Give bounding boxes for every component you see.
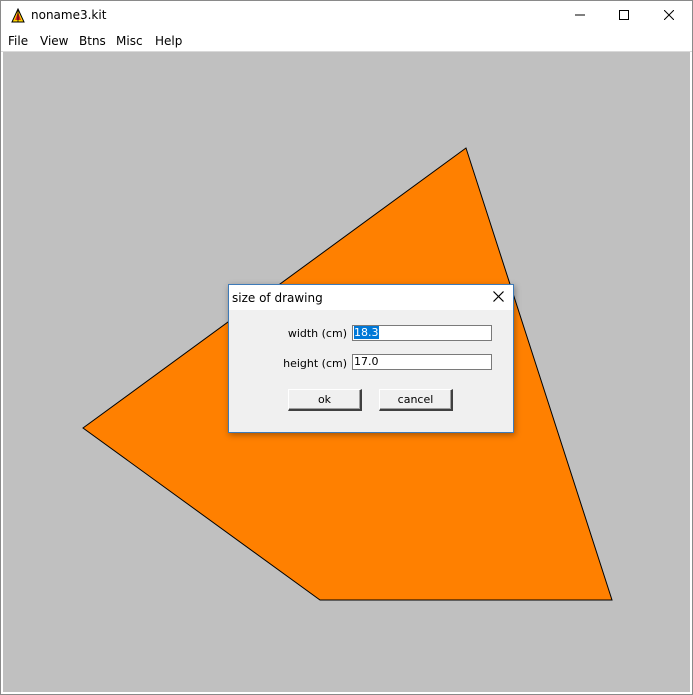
window-title: noname3.kit — [31, 8, 107, 22]
menu-view[interactable]: View — [40, 34, 68, 48]
menu-btns[interactable]: Btns — [79, 34, 106, 48]
size-dialog: size of drawing width (cm) 18.3 height (… — [228, 284, 514, 433]
minimize-icon — [575, 7, 585, 25]
ok-button[interactable]: ok — [288, 389, 362, 411]
width-value: 18.3 — [354, 326, 379, 339]
close-icon — [492, 289, 504, 307]
height-label: height (cm) — [283, 357, 347, 370]
width-label: width (cm) — [287, 327, 347, 340]
maximize-icon — [619, 7, 629, 25]
minimize-button[interactable] — [557, 1, 603, 31]
menu-help[interactable]: Help — [155, 34, 182, 48]
height-input[interactable]: 17.0 — [352, 354, 492, 370]
dialog-title-bar[interactable]: size of drawing — [229, 285, 513, 310]
title-bar[interactable]: noname3.kit — [1, 1, 692, 31]
maximize-button[interactable] — [601, 1, 647, 31]
dialog-title: size of drawing — [232, 291, 323, 305]
cancel-button[interactable]: cancel — [379, 389, 453, 411]
menu-misc[interactable]: Misc — [116, 34, 143, 48]
menu-bar: File View Btns Misc Help — [1, 31, 692, 52]
close-button[interactable] — [646, 1, 692, 31]
width-input[interactable]: 18.3 — [352, 325, 492, 341]
close-icon — [663, 7, 675, 25]
kite-app-icon — [10, 7, 26, 24]
menu-file[interactable]: File — [8, 34, 28, 48]
dialog-close-button[interactable] — [483, 285, 513, 310]
height-value: 17.0 — [354, 355, 379, 368]
